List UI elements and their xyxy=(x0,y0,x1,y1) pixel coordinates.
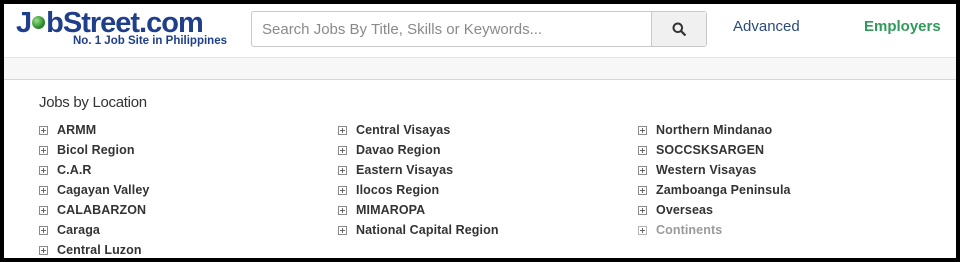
expand-plus-icon[interactable] xyxy=(638,145,647,155)
location-label: Northern Mindanao xyxy=(656,123,773,137)
location-label: Central Luzon xyxy=(57,243,142,257)
location-label: Bicol Region xyxy=(57,143,135,157)
expand-plus-icon[interactable] xyxy=(338,145,347,155)
location-item-car[interactable]: C.A.R xyxy=(39,160,149,180)
expand-plus-icon[interactable] xyxy=(39,245,48,255)
expand-plus-icon[interactable] xyxy=(338,225,347,235)
location-label: Western Visayas xyxy=(656,163,757,177)
location-item-central-luzon[interactable]: Central Luzon xyxy=(39,240,149,258)
expand-plus-icon[interactable] xyxy=(39,125,48,135)
expand-plus-icon[interactable] xyxy=(39,185,48,195)
location-label: Cagayan Valley xyxy=(57,183,150,197)
location-item-northern-mindanao[interactable]: Northern Mindanao xyxy=(638,120,791,140)
expand-plus-icon[interactable] xyxy=(638,185,647,195)
location-label: MIMAROPA xyxy=(356,203,426,217)
expand-plus-icon[interactable] xyxy=(638,125,647,135)
section-title: Jobs by Location xyxy=(39,94,147,111)
location-item-overseas[interactable]: Overseas xyxy=(638,200,791,220)
employers-link[interactable]: Employers xyxy=(864,18,941,35)
search-input[interactable] xyxy=(252,12,650,46)
expand-plus-icon[interactable] xyxy=(638,165,647,175)
header: JbStreet.com No. 1 Job Site in Philippin… xyxy=(4,4,956,56)
location-item-soccsksargen[interactable]: SOCCSKSARGEN xyxy=(638,140,791,160)
location-item-mimaropa[interactable]: MIMAROPA xyxy=(338,200,499,220)
location-item-western-visayas[interactable]: Western Visayas xyxy=(638,160,791,180)
advanced-search-link[interactable]: Advanced xyxy=(733,18,800,35)
expand-plus-icon[interactable] xyxy=(39,145,48,155)
logo-tagline: No. 1 Job Site in Philippines xyxy=(73,35,227,47)
location-item-central-visayas[interactable]: Central Visayas xyxy=(338,120,499,140)
location-item-eastern-visayas[interactable]: Eastern Visayas xyxy=(338,160,499,180)
location-label: CALABARZON xyxy=(57,203,147,217)
location-column-2: Central Visayas Davao Region Eastern Vis… xyxy=(338,120,499,240)
location-item-davao-region[interactable]: Davao Region xyxy=(338,140,499,160)
location-item-national-capital-region[interactable]: National Capital Region xyxy=(338,220,499,240)
globe-icon xyxy=(32,15,46,29)
location-label: Eastern Visayas xyxy=(356,163,454,177)
location-label: National Capital Region xyxy=(356,223,499,237)
location-label: Zamboanga Peninsula xyxy=(656,183,791,197)
location-label: ARMM xyxy=(57,123,97,137)
expand-plus-icon[interactable] xyxy=(39,225,48,235)
search-button[interactable] xyxy=(651,12,706,46)
location-label: C.A.R xyxy=(57,163,92,177)
location-item-cagayan-valley[interactable]: Cagayan Valley xyxy=(39,180,149,200)
location-label: Caraga xyxy=(57,223,100,237)
location-item-caraga[interactable]: Caraga xyxy=(39,220,149,240)
location-label: SOCCSKSARGEN xyxy=(656,143,765,157)
location-label: Ilocos Region xyxy=(356,183,440,197)
expand-plus-icon[interactable] xyxy=(338,185,347,195)
jobstreet-logo[interactable]: JbStreet.com No. 1 Job Site in Philippin… xyxy=(16,6,236,52)
location-column-1: ARMM Bicol Region C.A.R Cagayan Valley C… xyxy=(39,120,149,258)
location-item-zamboanga-peninsula[interactable]: Zamboanga Peninsula xyxy=(638,180,791,200)
location-label: Continents xyxy=(656,223,723,237)
expand-plus-icon[interactable] xyxy=(39,165,48,175)
expand-plus-icon[interactable] xyxy=(638,205,647,215)
location-item-ilocos-region[interactable]: Ilocos Region xyxy=(338,180,499,200)
expand-plus-icon[interactable] xyxy=(638,225,647,235)
page-frame: JbStreet.com No. 1 Job Site in Philippin… xyxy=(4,4,956,258)
location-item-bicol-region[interactable]: Bicol Region xyxy=(39,140,149,160)
search-icon xyxy=(672,22,686,36)
location-label: Overseas xyxy=(656,203,714,217)
location-item-continents[interactable]: Continents xyxy=(638,220,791,240)
expand-plus-icon[interactable] xyxy=(338,165,347,175)
expand-plus-icon[interactable] xyxy=(338,125,347,135)
location-label: Davao Region xyxy=(356,143,441,157)
location-item-calabarzon[interactable]: CALABARZON xyxy=(39,200,149,220)
sub-navigation-bar xyxy=(4,57,956,80)
expand-plus-icon[interactable] xyxy=(39,205,48,215)
expand-plus-icon[interactable] xyxy=(338,205,347,215)
location-column-3: Northern Mindanao SOCCSKSARGEN Western V… xyxy=(638,120,791,240)
search-bar xyxy=(251,11,707,47)
location-item-armm[interactable]: ARMM xyxy=(39,120,149,140)
location-label: Central Visayas xyxy=(356,123,451,137)
